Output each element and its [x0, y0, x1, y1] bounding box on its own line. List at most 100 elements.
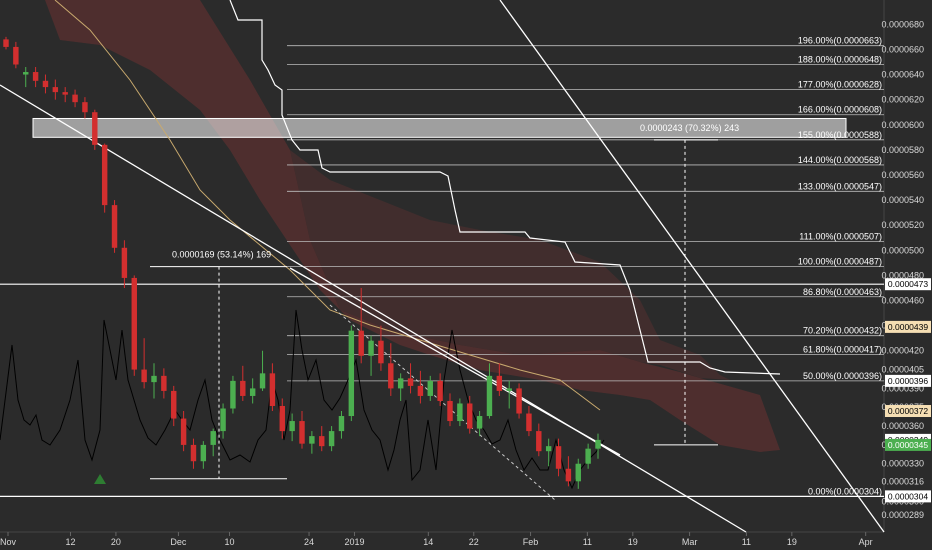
candle-body: [269, 373, 276, 406]
price-tick-label: 0.0000316: [881, 476, 924, 486]
price-tick-label: 0.0000580: [881, 145, 924, 155]
time-tick-label: 2019: [344, 537, 364, 547]
candle-body: [92, 112, 98, 145]
candle-body: [358, 330, 364, 356]
price-chart[interactable]: 0.00%(0.0000304) 50.00%(0.0000396) 61.80%(…: [0, 0, 932, 550]
fib-level-label: 70.20%(0.0000432): [803, 326, 882, 336]
measurement-2-label: 0.0000243 (70.32%) 243: [640, 123, 739, 133]
candle-body: [526, 413, 532, 432]
candle-body: [180, 418, 187, 445]
candle-body: [407, 378, 414, 386]
candle-body: [319, 436, 325, 447]
candle-body: [111, 205, 118, 248]
time-tick-label: 24: [304, 537, 314, 547]
price-tick-label: 0.0000460: [881, 296, 924, 306]
price-tag-label: 0.0000304: [888, 491, 928, 501]
candle-body: [13, 46, 19, 65]
candle-body: [378, 340, 384, 364]
time-tick-label: 22: [469, 537, 479, 547]
candle-body: [101, 144, 108, 206]
price-tick-label: 0.0000680: [881, 19, 924, 29]
time-tick-label: 12: [65, 537, 75, 547]
time-tick-label: Nov: [0, 537, 16, 547]
candle-body: [32, 72, 39, 81]
candle-body: [427, 380, 433, 396]
candle-body: [496, 375, 503, 391]
price-tick-label: 0.0000560: [881, 170, 924, 180]
candle-body: [447, 400, 453, 422]
candle-body: [249, 388, 256, 396]
fib-level-label: 133.00%(0.0000547): [798, 181, 882, 191]
candle-body: [42, 80, 49, 88]
candle-body: [565, 468, 572, 482]
candle-body: [82, 102, 88, 113]
candle-body: [486, 375, 493, 417]
candle-body: [309, 436, 315, 444]
fib-level-label: 100.00%(0.0000487): [798, 257, 882, 267]
measurement-1-label: 0.0000169 (53.14%) 169: [172, 250, 271, 260]
price-tag-label: 0.0000439: [888, 322, 928, 332]
fib-level-label: 0.00%(0.0000304): [808, 486, 882, 496]
fib-level-label: 144.00%(0.0000568): [798, 155, 882, 165]
candle-body: [289, 421, 295, 432]
price-tick-label: 0.0000360: [881, 421, 924, 431]
time-tick-label: 14: [423, 537, 433, 547]
candle-body: [555, 446, 562, 469]
time-tick-label: 11: [742, 537, 751, 547]
fib-level-label: 86.80%(0.0000463): [803, 287, 882, 297]
price-tick-label: 0.0000600: [881, 120, 924, 130]
price-tick-label: 0.0000520: [881, 220, 924, 230]
candle-body: [121, 247, 128, 278]
candle-body: [220, 408, 226, 432]
candle-body: [545, 446, 552, 452]
price-tag-label: 0.0000396: [888, 376, 928, 386]
fib-level-label: 50.00%(0.0000396): [803, 371, 882, 381]
candle-body: [467, 403, 473, 429]
candle-body: [506, 388, 512, 391]
candle-body: [595, 439, 601, 449]
time-tick-label: 20: [111, 537, 121, 547]
fib-level-label: 111.00%(0.0000507): [799, 232, 882, 242]
candle-body: [210, 431, 216, 445]
price-tick-label: 0.0000330: [881, 459, 924, 469]
candle-body: [72, 94, 78, 103]
candle-body: [585, 448, 591, 464]
candle-body: [259, 373, 266, 389]
price-tag-label: 0.0000473: [888, 279, 928, 289]
candle-body: [476, 416, 483, 429]
candle-body: [230, 380, 236, 409]
time-tick-label: Mar: [682, 537, 698, 547]
candle-body: [338, 416, 345, 432]
fib-level-label: 166.00%(0.0000608): [798, 105, 882, 115]
candle-body: [151, 375, 157, 383]
price-tag-label: 0.0000345: [888, 440, 928, 450]
candle-body: [200, 444, 207, 462]
candle-body: [397, 378, 404, 389]
price-tick-label: 0.0000420: [881, 346, 924, 356]
time-tick-label: 11: [583, 537, 592, 547]
candle-body: [279, 405, 285, 432]
candle-body: [417, 385, 424, 396]
time-tick-label: 19: [787, 537, 797, 547]
fib-level-label: 177.00%(0.0000628): [798, 80, 882, 90]
candle-body: [368, 340, 374, 356]
fib-level-label: 188.00%(0.0000648): [798, 54, 882, 64]
candle-body: [388, 363, 394, 389]
candle-body: [161, 375, 167, 391]
candle-body: [299, 421, 305, 444]
candle-body: [3, 39, 9, 47]
fib-level-label: 61.80%(0.0000417): [803, 345, 882, 355]
price-tick-label: 0.0000620: [881, 95, 924, 105]
candle-body: [62, 92, 68, 95]
time-tick-label: 19: [628, 537, 638, 547]
candle-body: [348, 330, 355, 417]
candle-body: [457, 403, 463, 422]
price-tick-label: 0.0000500: [881, 245, 924, 255]
candle-body: [171, 390, 177, 419]
price-tag-label: 0.0000372: [888, 406, 928, 416]
candle-body: [240, 380, 246, 396]
candle-body: [328, 431, 335, 447]
candle-body: [23, 72, 29, 75]
fib-level-label: 196.00%(0.0000663): [798, 36, 882, 46]
price-tick-label: 0.0000660: [881, 44, 924, 54]
